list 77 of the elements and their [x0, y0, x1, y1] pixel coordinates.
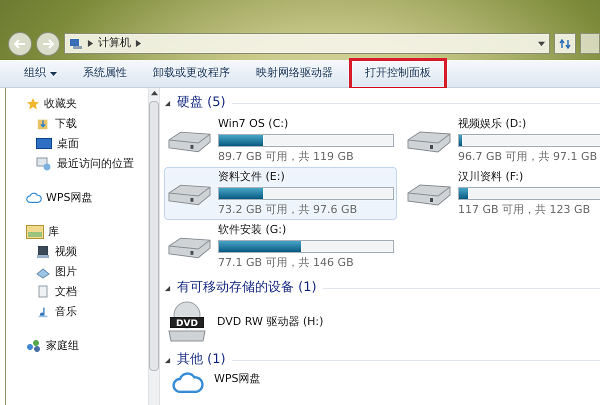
nav-item[interactable]: 桌面	[26, 136, 148, 152]
collapse-triangle-icon	[164, 356, 171, 364]
refresh-arrows-icon	[559, 38, 571, 48]
breadcrumb-arrow-icon	[135, 40, 142, 47]
left-arrow-icon	[14, 38, 26, 48]
scroll-up-arrow-icon	[150, 90, 158, 97]
free-space-text: 96.7 GB 可用，共 97.1 GB	[458, 149, 598, 165]
nav-label: WPS网盘	[46, 190, 92, 206]
nav-label: 最近访问的位置	[57, 156, 134, 172]
nav-group[interactable]: 收藏夹	[26, 96, 148, 112]
star-icon	[26, 97, 40, 111]
nav-label: 文档	[55, 284, 77, 300]
breadcrumb-item[interactable]: 计算机	[98, 35, 131, 52]
scroll-thumb[interactable]	[149, 101, 159, 371]
refresh-button[interactable]	[554, 33, 576, 54]
cloud-drive-icon	[172, 371, 204, 394]
collapse-triangle-icon	[164, 284, 171, 292]
nav-label: 视频	[55, 244, 77, 260]
nav-label: 音乐	[55, 304, 77, 320]
group-header[interactable]: 有可移动存储的设备 (1)	[177, 278, 317, 298]
toolbar-button[interactable]: 系统属性	[73, 62, 137, 86]
drive-name: 软件安装 (G:)	[218, 222, 288, 238]
drive-name: 视频娱乐 (D:)	[458, 116, 528, 132]
scrollbar[interactable]	[148, 88, 160, 405]
nav-item[interactable]: 下载	[26, 116, 148, 132]
nav-label: 收藏夹	[44, 96, 77, 112]
nav-item[interactable]: 音乐	[26, 304, 148, 320]
forward-button[interactable]	[36, 32, 60, 56]
drive-tile[interactable]: 汉川资料 (F:) 117 GB 可用，共 123 GB	[403, 167, 600, 220]
right-arrow-icon	[42, 38, 54, 48]
toolbar-button[interactable]: 组织	[14, 62, 67, 86]
library-icon	[26, 225, 44, 239]
drive-name: DVD RW 驱动器 (H:)	[217, 314, 324, 330]
group-header[interactable]: 其他 (1)	[177, 350, 226, 370]
drive-name: Win7 OS (C:)	[218, 116, 290, 132]
search-field[interactable]	[580, 33, 600, 54]
toolbar-button[interactable]: 映射网络驱动器	[246, 62, 343, 86]
drive-name: 汉川资料 (F:)	[458, 168, 524, 184]
nav-item[interactable]: 文档	[26, 284, 148, 300]
document-icon	[36, 285, 50, 299]
free-space-text: 77.1 GB 可用，共 146 GB	[218, 255, 355, 271]
desktop-icon	[36, 138, 52, 150]
drive-tile[interactable]: DVD DVD RW 驱动器 (H:)	[164, 299, 397, 345]
drive-tile[interactable]: 资料文件 (E:) 73.2 GB 可用，共 97.6 GB	[164, 167, 397, 220]
drive-name: 资料文件 (E:)	[218, 168, 286, 184]
free-space-text: 89.7 GB 可用，共 119 GB	[218, 149, 355, 165]
dropdown-arrow-icon	[538, 40, 545, 47]
drive-tile[interactable]: 视频娱乐 (D:) 96.7 GB 可用，共 97.1 GB	[403, 114, 600, 167]
nav-label: 下载	[55, 116, 77, 132]
back-button[interactable]	[8, 32, 32, 56]
free-space-text: 117 GB 可用，共 123 GB	[458, 202, 592, 218]
video-icon	[36, 245, 50, 259]
nav-label: 库	[48, 224, 59, 240]
nav-label: 图片	[55, 264, 77, 280]
nav-group[interactable]: 家庭组	[26, 338, 148, 354]
group-header[interactable]: 硬盘 (5)	[177, 93, 226, 113]
nav-item[interactable]: 视频	[26, 244, 148, 260]
drive-tile[interactable]: 软件安装 (G:) 77.1 GB 可用，共 146 GB	[164, 220, 397, 273]
nav-label: 桌面	[57, 136, 79, 152]
nav-group[interactable]: WPS网盘	[26, 190, 148, 206]
nav-label: 家庭组	[46, 338, 79, 354]
nav-item[interactable]: 最近访问的位置	[26, 156, 148, 172]
collapse-triangle-icon	[164, 100, 171, 106]
toolbar-button[interactable]: 卸载或更改程序	[143, 62, 240, 86]
drive-tile[interactable]: Win7 OS (C:) 89.7 GB 可用，共 119 GB	[164, 114, 397, 167]
nav-group[interactable]: 库	[26, 224, 148, 240]
address-bar[interactable]: 计算机	[64, 33, 550, 54]
cloud-icon	[26, 192, 42, 204]
free-space-text: 73.2 GB 可用，共 97.6 GB	[218, 202, 358, 218]
drive-name: WPS网盘	[214, 371, 260, 387]
homegroup-icon	[26, 339, 42, 353]
nav-item[interactable]: 图片	[26, 264, 148, 280]
music-note-icon	[36, 305, 50, 319]
recent-places-icon	[36, 157, 52, 171]
cloud-drive-tile[interactable]: WPS网盘	[164, 371, 397, 393]
computer-icon	[69, 38, 83, 50]
breadcrumb-arrow-icon	[87, 40, 94, 47]
